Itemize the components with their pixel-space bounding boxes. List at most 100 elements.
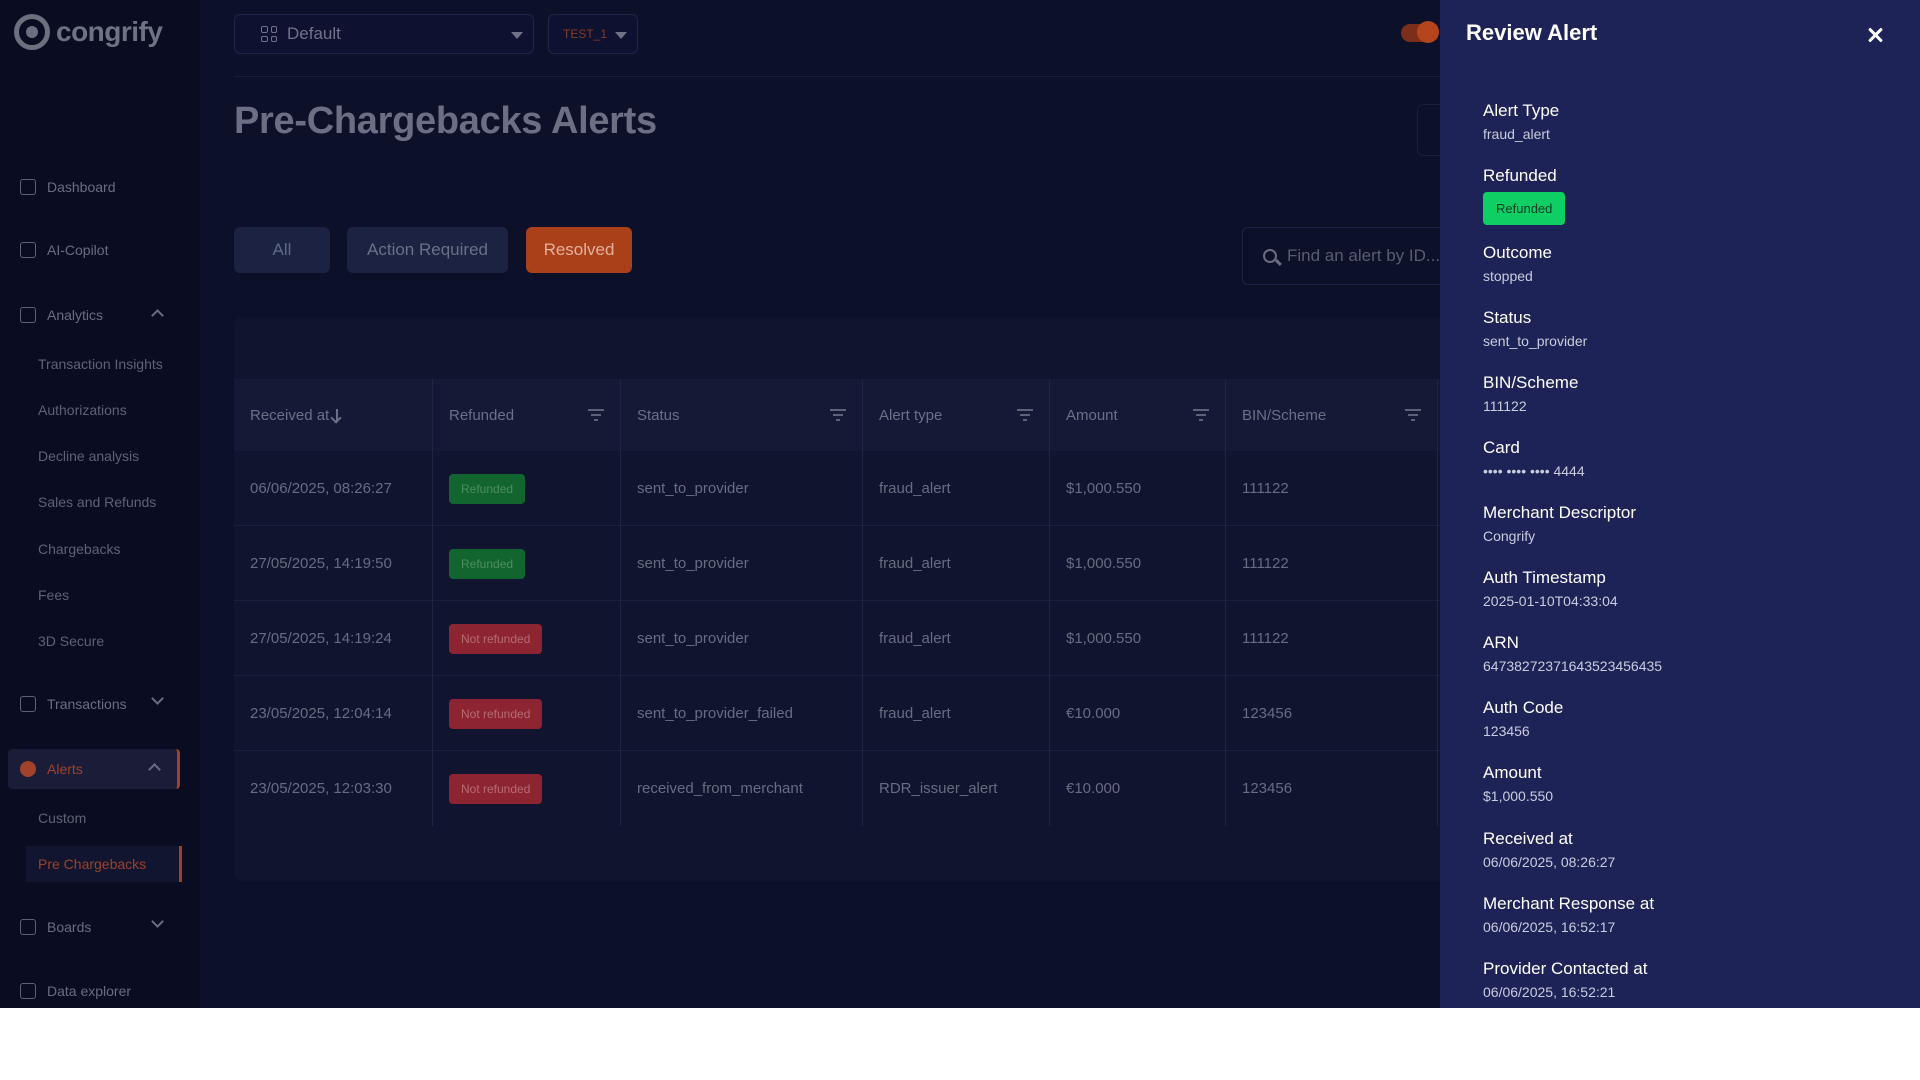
- field-auth-timestamp: Auth Timestamp 2025-01-10T04:33:04: [1483, 567, 1618, 610]
- cell-bin-scheme: 111122: [1226, 526, 1438, 601]
- search-input[interactable]: Find an alert by ID...: [1242, 227, 1462, 285]
- cell-alert-type: fraud_alert: [863, 526, 1050, 601]
- sidebar-item-label: Data explorer: [47, 983, 132, 999]
- not-refunded-badge: Not refunded: [449, 773, 543, 804]
- sidebar-item-label: AI-Copilot: [47, 242, 109, 258]
- arrow-down-icon[interactable]: [336, 409, 339, 421]
- main-content: Default TEST_1 Pre-Chargebacks Alerts Al…: [200, 0, 1474, 1008]
- sidebar-item-boards[interactable]: Boards: [8, 907, 180, 947]
- sidebar-subitem-pre-chargebacks[interactable]: Pre Chargebacks: [26, 846, 182, 882]
- field-value: 06/06/2025, 16:52:17: [1483, 919, 1616, 935]
- field-value: 2025-01-10T04:33:04: [1483, 593, 1618, 609]
- table-header: Received at Refunded Status Alert type A…: [234, 379, 1474, 451]
- filter-icon[interactable]: [1017, 409, 1033, 421]
- tab-resolved[interactable]: Resolved: [526, 227, 632, 273]
- not-refunded-badge: Not refunded: [449, 698, 543, 729]
- chevron-down-icon: [151, 692, 164, 705]
- cell-refunded: Refunded: [433, 451, 621, 526]
- sidebar-subitem-custom[interactable]: Custom: [26, 800, 182, 836]
- sidebar-item-transactions[interactable]: Transactions: [8, 684, 180, 724]
- chevron-up-icon: [151, 309, 164, 322]
- table-row[interactable]: 06/06/2025, 08:26:27 Refunded sent_to_pr…: [234, 451, 1474, 526]
- sidebar-subitem-authorizations[interactable]: Authorizations: [26, 392, 182, 428]
- sidebar-subitem-3d-secure[interactable]: 3D Secure: [26, 623, 182, 659]
- column-header-bin-scheme[interactable]: BIN/Scheme: [1226, 379, 1438, 451]
- filter-icon[interactable]: [1405, 409, 1421, 421]
- sidebar-subitem-chargebacks[interactable]: Chargebacks: [26, 531, 182, 567]
- field-arn: ARN 64738272371643523456435: [1483, 632, 1662, 675]
- tab-action-required[interactable]: Action Required: [347, 227, 508, 273]
- environment-select[interactable]: TEST_1: [548, 14, 638, 54]
- table-row[interactable]: 27/05/2025, 14:19:24 Not refunded sent_t…: [234, 601, 1474, 676]
- sidebar-subitem-transaction-insights[interactable]: Transaction Insights: [26, 346, 182, 382]
- page-title: Pre-Chargebacks Alerts: [234, 100, 657, 142]
- filter-icon[interactable]: [588, 409, 604, 421]
- field-value: 06/06/2025, 16:52:21: [1483, 984, 1616, 1000]
- chart-icon: [20, 696, 36, 712]
- refunded-badge: Refunded: [1483, 192, 1566, 225]
- logo[interactable]: congrify: [14, 14, 163, 50]
- chevron-up-icon: [148, 763, 161, 776]
- field-refunded: Refunded Refunded: [1483, 165, 1566, 225]
- field-merchant-response-at: Merchant Response at 06/06/2025, 16:52:1…: [1483, 893, 1654, 936]
- cell-received-at: 06/06/2025, 08:26:27: [234, 451, 433, 526]
- cell-amount: €10.000: [1050, 676, 1226, 751]
- field-label: Amount: [1483, 763, 1542, 782]
- field-outcome: Outcome stopped: [1483, 242, 1552, 285]
- field-amount: Amount $1,000.550: [1483, 762, 1553, 805]
- column-header-label: Refunded: [449, 406, 515, 424]
- sidebar: congrify Dashboard AI-Copilot Analytics …: [0, 0, 200, 1008]
- field-value: 64738272371643523456435: [1483, 658, 1663, 674]
- search-icon: [1263, 249, 1277, 263]
- field-value: stopped: [1483, 268, 1533, 284]
- cell-bin-scheme: 123456: [1226, 751, 1438, 826]
- cell-refunded: Refunded: [433, 526, 621, 601]
- sidebar-item-label: Dashboard: [47, 179, 116, 195]
- dashboard-select[interactable]: Default: [234, 14, 534, 54]
- table-row[interactable]: 23/05/2025, 12:03:30 Not refunded receiv…: [234, 751, 1474, 826]
- column-header-received-at[interactable]: Received at: [234, 379, 433, 451]
- field-label: Card: [1483, 438, 1520, 457]
- theme-toggle[interactable]: [1401, 21, 1439, 43]
- cell-amount: $1,000.550: [1050, 601, 1226, 676]
- field-value: 123456: [1483, 723, 1530, 739]
- table-row[interactable]: 27/05/2025, 14:19:50 Refunded sent_to_pr…: [234, 526, 1474, 601]
- column-header-amount[interactable]: Amount: [1050, 379, 1226, 451]
- filter-icon[interactable]: [1193, 409, 1209, 421]
- grid-icon: [261, 26, 277, 42]
- sidebar-subitem-fees[interactable]: Fees: [26, 577, 182, 613]
- field-value: sent_to_provider: [1483, 333, 1588, 349]
- field-value: fraud_alert: [1483, 126, 1550, 142]
- field-label: Alert Type: [1483, 101, 1560, 120]
- column-header-status[interactable]: Status: [621, 379, 863, 451]
- chart-icon: [20, 983, 36, 999]
- field-value: Congrify: [1483, 528, 1536, 544]
- field-value: 111122: [1483, 398, 1527, 414]
- column-header-alert-type[interactable]: Alert type: [863, 379, 1050, 451]
- table-row[interactable]: 23/05/2025, 12:04:14 Not refunded sent_t…: [234, 676, 1474, 751]
- sidebar-subitem-decline-analysis[interactable]: Decline analysis: [26, 438, 182, 474]
- close-icon[interactable]: [1862, 22, 1888, 48]
- sidebar-item-data-explorer[interactable]: Data explorer: [8, 971, 180, 1008]
- cell-refunded: Not refunded: [433, 601, 621, 676]
- column-header-refunded[interactable]: Refunded: [433, 379, 621, 451]
- cell-status: sent_to_provider: [621, 601, 863, 676]
- cell-received-at: 27/05/2025, 14:19:50: [234, 526, 433, 601]
- refunded-badge: Refunded: [449, 473, 526, 504]
- field-card: Card •••• •••• •••• 4444: [1483, 437, 1585, 480]
- chart-icon: [20, 307, 36, 323]
- sidebar-item-dashboard[interactable]: Dashboard: [8, 167, 180, 207]
- sidebar-item-label: Transactions: [47, 696, 127, 712]
- sidebar-item-analytics[interactable]: Analytics: [8, 295, 180, 335]
- field-bin-scheme: BIN/Scheme 111122: [1483, 372, 1578, 415]
- sidebar-item-alerts[interactable]: Alerts: [8, 749, 180, 789]
- panel-title: Review Alert: [1466, 20, 1598, 45]
- sidebar-item-ai-copilot[interactable]: AI-Copilot: [8, 230, 180, 270]
- cell-received-at: 23/05/2025, 12:03:30: [234, 751, 433, 826]
- column-header-label: Alert type: [879, 406, 943, 424]
- filter-icon[interactable]: [830, 409, 846, 421]
- tab-all[interactable]: All: [234, 227, 330, 273]
- field-label: ARN: [1483, 633, 1519, 652]
- sidebar-subitem-sales-and-refunds[interactable]: Sales and Refunds: [26, 484, 182, 520]
- chat-icon: [20, 242, 36, 258]
